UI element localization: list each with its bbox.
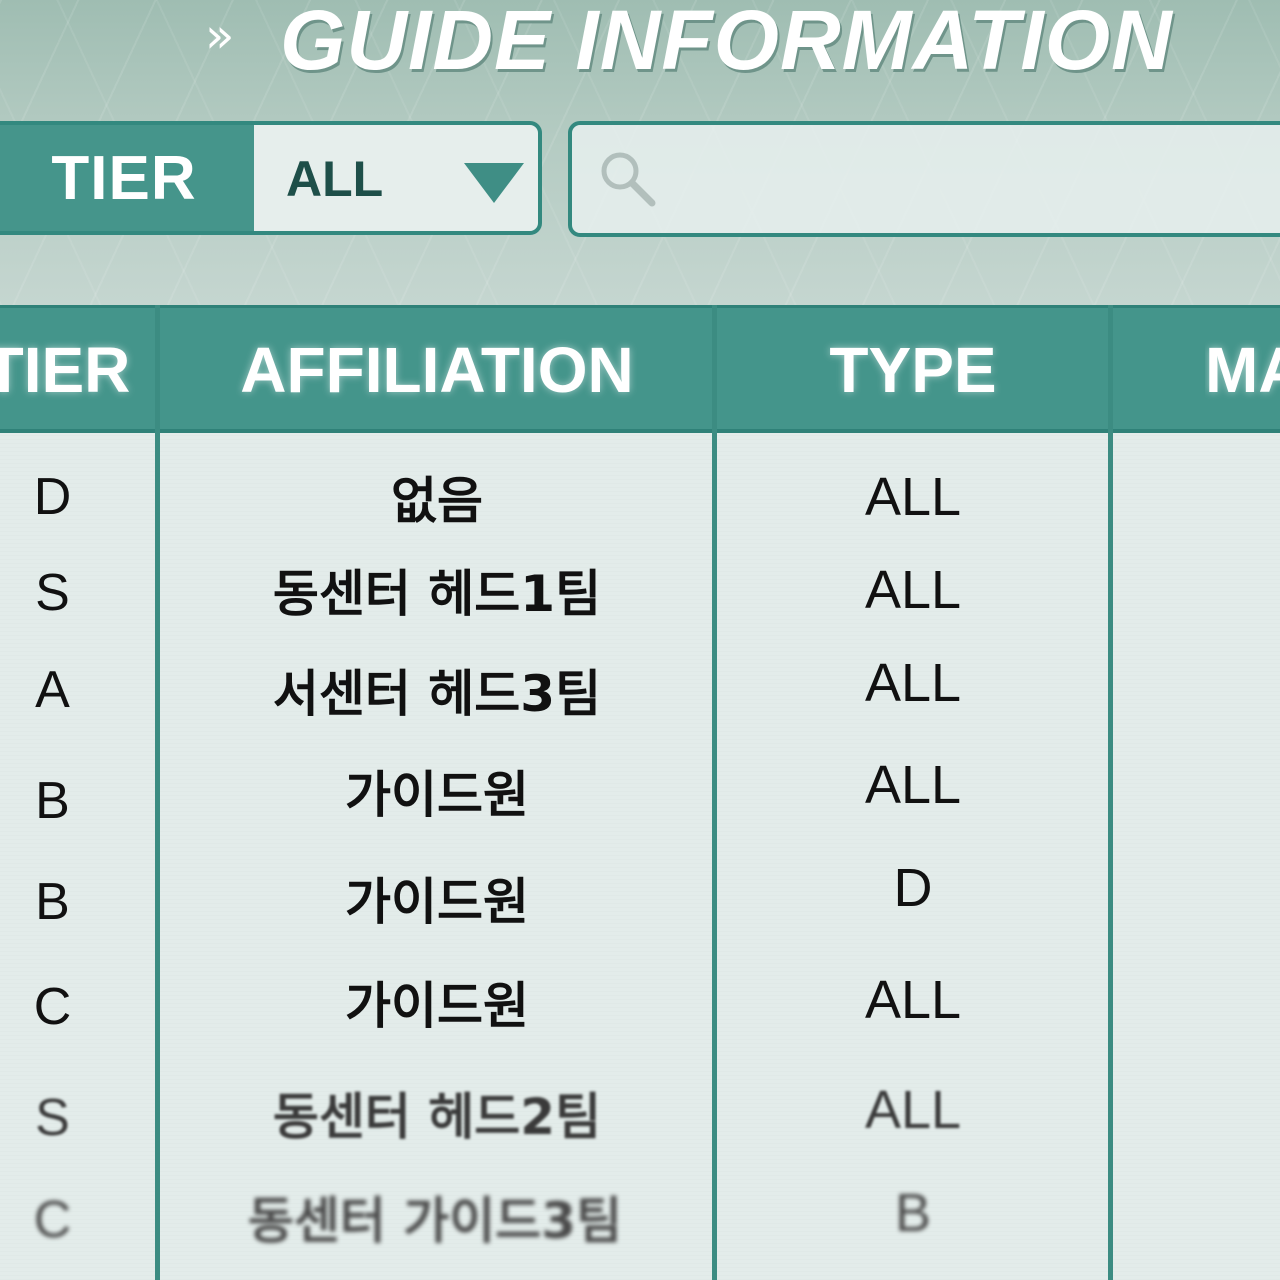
cell-type: ALL bbox=[864, 653, 962, 713]
cell-type: ALL bbox=[864, 970, 962, 1030]
cell-type: ALL bbox=[864, 755, 962, 815]
column-header-type[interactable]: TYPE bbox=[717, 308, 1109, 432]
column-header-ma[interactable]: MA bbox=[1205, 308, 1280, 432]
cell-tier: B bbox=[35, 873, 70, 931]
guide-table: TIER AFFILIATION TYPE MA D 없음 ALL S 동센터 … bbox=[0, 305, 1280, 1280]
cell-type: B bbox=[894, 1183, 932, 1243]
cell-affiliation: 가이드원 bbox=[345, 766, 529, 824]
cell-tier: D bbox=[33, 468, 72, 526]
cell-type: D bbox=[893, 858, 933, 918]
page-title: GUIDE INFORMATION bbox=[280, 0, 1173, 87]
cell-affiliation: 가이드원 bbox=[345, 977, 529, 1035]
cell-affiliation: 서센터 헤드3팀 bbox=[272, 665, 602, 723]
search-input[interactable] bbox=[568, 121, 1280, 237]
cell-tier: S bbox=[35, 564, 70, 622]
tier-filter-label-text: TIER bbox=[51, 143, 197, 213]
search-icon[interactable] bbox=[596, 147, 656, 207]
cell-affiliation: 가이드원 bbox=[345, 873, 529, 931]
dropdown-arrow-icon[interactable] bbox=[464, 163, 524, 203]
tier-filter[interactable]: TIER ALL bbox=[0, 121, 542, 235]
column-header-tier[interactable]: TIER bbox=[0, 308, 135, 432]
tier-filter-value[interactable]: ALL bbox=[286, 150, 383, 208]
cell-tier: B bbox=[35, 772, 70, 830]
header-panel: » GUIDE INFORMATION TIER ALL bbox=[0, 0, 1280, 305]
cell-tier: C bbox=[33, 978, 72, 1036]
column-divider bbox=[155, 305, 160, 1280]
cell-affiliation: 동센터 헤드1팀 bbox=[272, 565, 602, 623]
cell-type: ALL bbox=[864, 1080, 962, 1140]
column-header-affiliation[interactable]: AFFILIATION bbox=[162, 308, 712, 432]
cell-tier: C bbox=[33, 1191, 72, 1249]
cell-type: ALL bbox=[864, 467, 962, 527]
cell-affiliation: 동센터 가이드3팀 bbox=[247, 1192, 623, 1250]
tier-filter-label: TIER bbox=[0, 125, 254, 231]
cell-type: ALL bbox=[864, 560, 962, 620]
chevron-right-icon: » bbox=[205, 8, 235, 64]
cell-tier: S bbox=[35, 1089, 70, 1147]
table-header: TIER AFFILIATION TYPE MA bbox=[0, 305, 1280, 433]
cell-affiliation: 동센터 헤드2팀 bbox=[272, 1088, 602, 1146]
cell-affiliation: 없음 bbox=[391, 472, 483, 530]
cell-tier: A bbox=[35, 661, 70, 719]
